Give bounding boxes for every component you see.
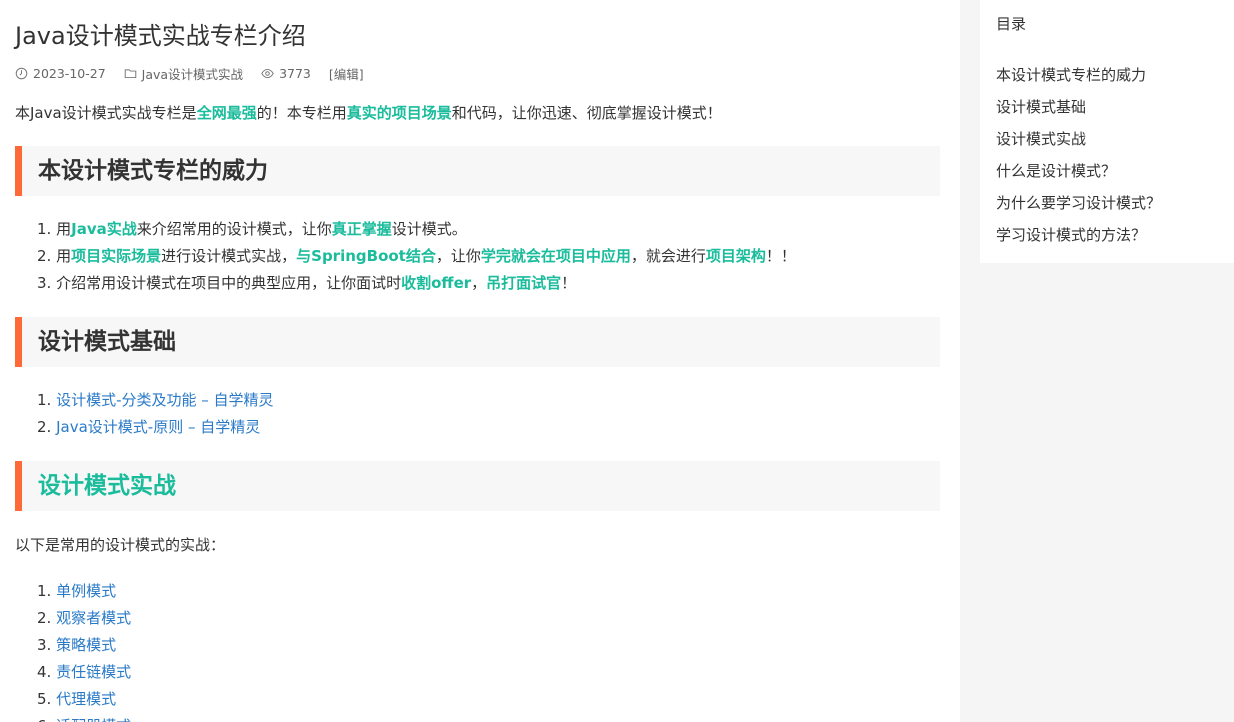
article-link[interactable]: 适配器模式 — [56, 717, 131, 722]
article-link[interactable]: Java设计模式-原则 – 自学精灵 — [56, 418, 260, 436]
power-list: 1. 用Java实战来介绍常用的设计模式，让你真正掌握设计模式。 2. 用项目实际… — [37, 216, 796, 297]
list-number: 3. — [37, 636, 57, 654]
body-text: 本Java设计模式实战专栏是 — [15, 104, 197, 122]
heading-accent-bar — [15, 146, 22, 196]
highlight-text: 与SpringBoot结合 — [296, 247, 436, 265]
list-number: 3. — [37, 274, 57, 292]
toc-item[interactable]: 什么是设计模式？ — [996, 155, 1161, 187]
body-text: 来介绍常用的设计模式，让你 — [136, 220, 332, 238]
list-number: 1. — [37, 582, 57, 600]
list-item: 4. 责任链模式 — [37, 659, 131, 686]
post-date-text: 2023-10-27 — [33, 65, 106, 81]
article-link[interactable]: 策略模式 — [56, 636, 116, 654]
list-item: 1. 单例模式 — [37, 578, 131, 605]
list-item: 6. 适配器模式 — [37, 713, 131, 722]
list-item: 2. 用项目实际场景进行设计模式实战，与SpringBoot结合，让你学完就会在… — [37, 243, 796, 270]
body-text: 用 — [56, 220, 72, 238]
toc-item[interactable]: 设计模式基础 — [996, 91, 1161, 123]
intro-paragraph: 本Java设计模式实战专栏是全网最强的！本专栏用真实的项目场景和代码，让你迅速、… — [15, 101, 722, 125]
body-text: ， — [471, 274, 487, 292]
list-item: 2. 观察者模式 — [37, 605, 131, 632]
highlight-text: 收割offer — [401, 274, 472, 292]
body-text: ！！ — [765, 247, 796, 265]
table-of-contents: 目录 本设计模式专栏的威力 设计模式基础 设计模式实战 什么是设计模式？ 为什么要学习设… — [980, 0, 1234, 263]
list-item: 5. 代理模式 — [37, 686, 131, 713]
folder-icon — [124, 68, 136, 78]
section-heading-power: 本设计模式专栏的威力 — [15, 146, 940, 196]
body-text: ，让你 — [435, 247, 481, 265]
toc-item[interactable]: 学习设计模式的方法？ — [996, 219, 1161, 251]
heading-text: 设计模式实战 — [38, 473, 176, 499]
list-number: 1. — [37, 220, 57, 238]
section-heading-practice: 设计模式实战 — [15, 461, 940, 511]
heading-accent-bar — [15, 461, 22, 511]
list-item: 1. 用Java实战来介绍常用的设计模式，让你真正掌握设计模式。 — [37, 216, 796, 243]
article-link[interactable]: 设计模式-分类及功能 – 自学精灵 — [56, 391, 273, 409]
list-number: 2. — [37, 418, 57, 436]
post-category[interactable]: Java设计模式实战 — [124, 64, 243, 83]
list-item: 3. 策略模式 — [37, 632, 131, 659]
body-text: 用 — [56, 247, 72, 265]
toc-list: 本设计模式专栏的威力 设计模式基础 设计模式实战 什么是设计模式？ 为什么要学习设计模式… — [996, 59, 1161, 251]
post-meta: 2023-10-27 Java设计模式实战 3773 [编辑] — [15, 64, 382, 82]
list-number: 4. — [37, 663, 57, 681]
highlight-text: 项目架构 — [705, 247, 766, 265]
list-number: 2. — [37, 609, 57, 627]
body-text: 的！本专栏用 — [256, 104, 347, 122]
toc-item[interactable]: 为什么要学习设计模式？ — [996, 187, 1161, 219]
list-item: 1. 设计模式-分类及功能 – 自学精灵 — [37, 387, 274, 414]
body-text: ！ — [561, 274, 577, 292]
list-number: 6. — [37, 717, 56, 722]
list-item: 3. 介绍常用设计模式在项目中的典型应用，让你面试时收割offer，吊打面试官！ — [37, 270, 796, 297]
body-text: 介绍常用设计模式在项目中的典型应用，让你面试时 — [56, 274, 402, 292]
toc-item[interactable]: 设计模式实战 — [996, 123, 1161, 155]
clock-icon — [15, 67, 28, 79]
body-text: 进行设计模式实战， — [161, 247, 297, 265]
list-number: 2. — [37, 247, 57, 265]
highlight-text: 项目实际场景 — [71, 247, 162, 265]
highlight-text: Java实战 — [71, 220, 137, 238]
page-title: Java设计模式实战专栏介绍 — [15, 22, 306, 50]
article-main: Java设计模式实战专栏介绍 2023-10-27 Java设计模式实战 377… — [0, 0, 960, 722]
basics-list: 1. 设计模式-分类及功能 – 自学精灵 2. Java设计模式-原则 – 自学精… — [37, 387, 274, 441]
body-text: 和代码，让你迅速、彻底掌握设计模式！ — [451, 104, 722, 122]
toc-item[interactable]: 本设计模式专栏的威力 — [996, 59, 1161, 91]
post-views: 3773 — [261, 66, 311, 81]
body-text: 设计模式。 — [391, 220, 467, 238]
body-text: ，就会进行 — [630, 247, 706, 265]
article-link[interactable]: 单例模式 — [56, 582, 116, 600]
highlight-text: 吊打面试官 — [486, 274, 562, 292]
practice-list: 1. 单例模式2. 观察者模式3. 策略模式4. 责任链模式5. 代理模式6. … — [37, 578, 131, 722]
article-link[interactable]: 代理模式 — [56, 690, 116, 708]
article-link[interactable]: 观察者模式 — [56, 609, 131, 627]
highlight-text: 全网最强 — [196, 104, 257, 122]
post-date: 2023-10-27 — [15, 66, 106, 81]
highlight-text: 学完就会在项目中应用 — [480, 247, 631, 265]
post-category-text[interactable]: Java设计模式实战 — [142, 64, 243, 83]
highlight-text: 真实的项目场景 — [346, 104, 452, 122]
highlight-text: 真正掌握 — [331, 220, 392, 238]
edit-link[interactable]: [编辑] — [329, 64, 364, 83]
article-link[interactable]: 责任链模式 — [56, 663, 131, 681]
heading-accent-bar — [15, 317, 22, 367]
toc-title: 目录 — [996, 15, 1027, 33]
eye-icon — [261, 68, 274, 78]
list-number: 1. — [37, 391, 57, 409]
heading-text: 设计模式基础 — [38, 329, 176, 355]
list-item: 2. Java设计模式-原则 – 自学精灵 — [37, 414, 274, 441]
practice-description: 以下是常用的设计模式的实战： — [15, 536, 226, 554]
list-number: 5. — [37, 690, 57, 708]
post-views-text: 3773 — [279, 65, 311, 81]
heading-text: 本设计模式专栏的威力 — [38, 158, 268, 184]
section-heading-basics: 设计模式基础 — [15, 317, 940, 367]
